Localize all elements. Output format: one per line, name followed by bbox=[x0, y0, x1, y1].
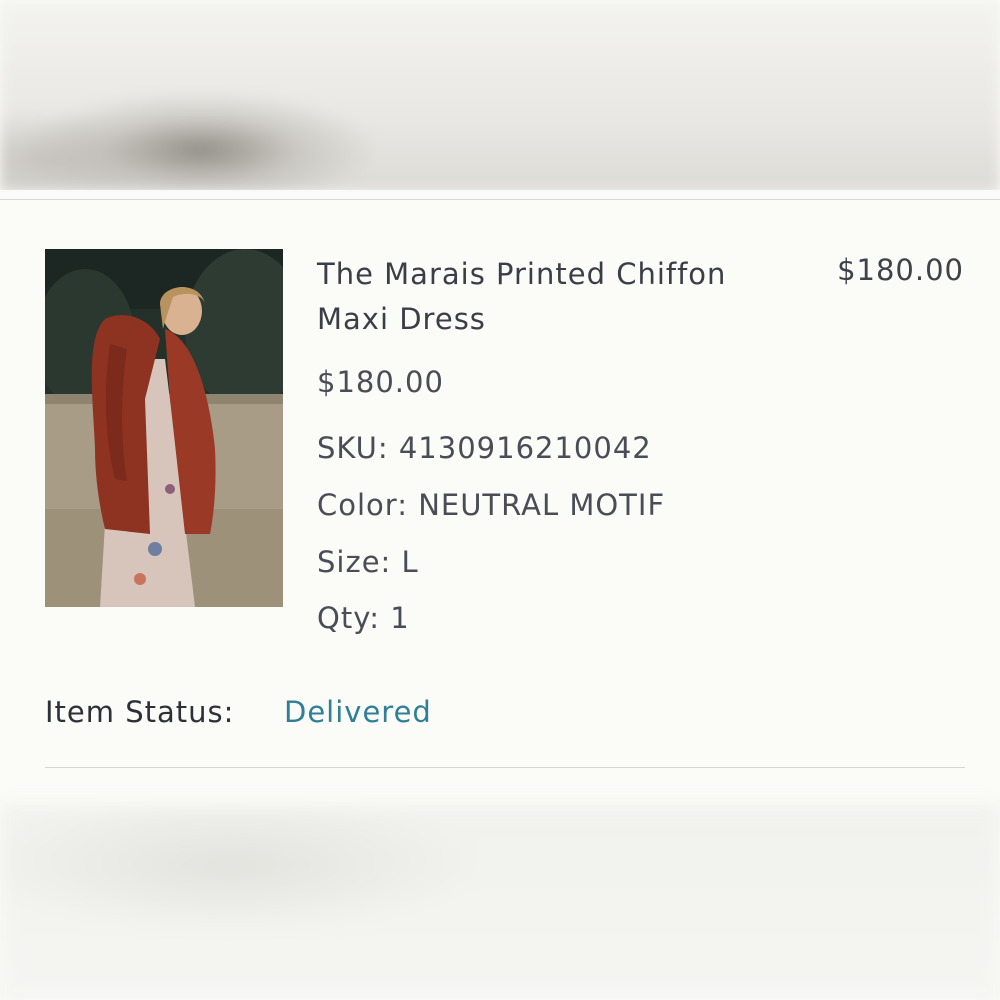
order-item-page: The Marais Printed Chiffon Maxi Dress $1… bbox=[0, 0, 1000, 1000]
qty-text: Qty: 1 bbox=[317, 601, 410, 635]
product-photo bbox=[45, 249, 283, 607]
item-status-label: Item Status: bbox=[45, 695, 235, 729]
item-status-value: Delivered bbox=[284, 695, 432, 729]
product-image[interactable] bbox=[45, 249, 283, 607]
unit-price: $180.00 bbox=[317, 365, 444, 399]
sku-text: SKU: 4130916210042 bbox=[317, 431, 652, 465]
color-text: Color: NEUTRAL MOTIF bbox=[317, 488, 666, 522]
product-title[interactable]: The Marais Printed Chiffon Maxi Dress bbox=[317, 252, 787, 342]
blurred-header-area bbox=[0, 0, 1000, 192]
bottom-divider bbox=[45, 767, 965, 768]
blurred-footer-area bbox=[0, 805, 1000, 1000]
line-total: $180.00 bbox=[837, 253, 964, 287]
size-text: Size: L bbox=[317, 545, 419, 579]
